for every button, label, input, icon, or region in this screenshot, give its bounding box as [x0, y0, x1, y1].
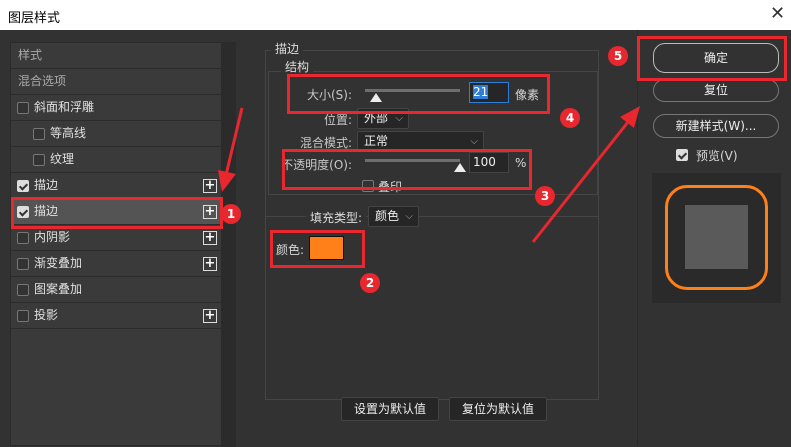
arrow-5-head	[620, 106, 640, 128]
arrow-5	[531, 121, 630, 243]
arrow-1	[224, 107, 244, 176]
arrow-1-head	[218, 170, 236, 192]
annotation-arrows	[218, 106, 640, 243]
